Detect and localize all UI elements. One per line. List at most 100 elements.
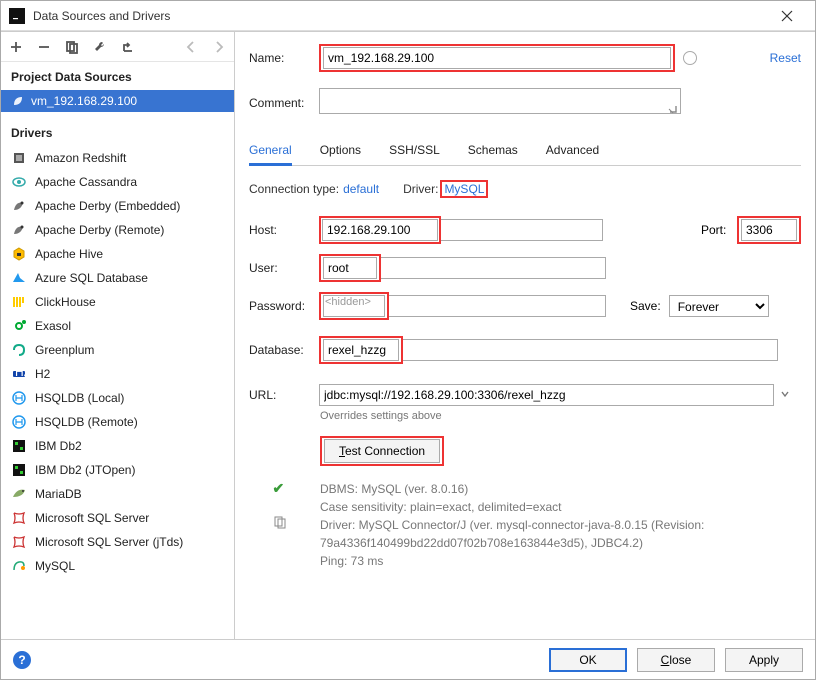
driver-label: Microsoft SQL Server (jTds) [35,535,183,549]
driver-icon [11,198,27,214]
driver-item[interactable]: Apache Cassandra [1,170,234,194]
comment-input[interactable] [319,88,681,114]
driver-item[interactable]: Greenplum [1,338,234,362]
user-input-ext[interactable] [381,257,606,279]
tab-sshssl[interactable]: SSH/SSL [389,137,440,165]
host-input-ext[interactable] [441,219,603,241]
wrench-icon[interactable] [91,38,109,56]
driver-label: Amazon Redshift [35,151,126,165]
driver-label: Apache Derby (Embedded) [35,199,180,213]
copy-icon[interactable] [63,38,81,56]
left-toolbar [1,32,234,62]
driver-icon [11,342,27,358]
test-connection-button[interactable]: Test Connection [324,439,440,463]
driver-icon [11,510,27,526]
section-drivers: Drivers [1,112,234,146]
expand-icon[interactable] [668,104,678,114]
dialog-window: Data Sources and Drivers Project Data So… [0,0,816,680]
window-title: Data Sources and Drivers [33,9,767,23]
driver-item[interactable]: Apache Derby (Remote) [1,218,234,242]
titlebar: Data Sources and Drivers [1,1,815,31]
tab-general[interactable]: General [249,137,292,166]
driver-icon [11,486,27,502]
success-check-icon: ✔ [273,480,297,497]
driver-label: Apache Hive [35,247,103,261]
driver-label: IBM Db2 (JTOpen) [35,463,135,477]
driver-item[interactable]: ClickHouse [1,290,234,314]
tab-advanced[interactable]: Advanced [546,137,599,165]
back-icon[interactable] [182,38,200,56]
status-indicator-icon [683,51,697,65]
driver-label: Exasol [35,319,71,333]
remove-icon[interactable] [35,38,53,56]
driver-item[interactable]: Apache Derby (Embedded) [1,194,234,218]
driver-icon [11,246,27,262]
driver-item[interactable]: MySQL [1,554,234,578]
driver-icon [11,462,27,478]
driver-label: ClickHouse [35,295,96,309]
driver-item[interactable]: Amazon Redshift [1,146,234,170]
tab-options[interactable]: Options [320,137,361,165]
password-input[interactable] [323,295,385,317]
url-input[interactable] [319,384,774,406]
close-icon[interactable] [767,2,807,30]
close-button[interactable]: Close [637,648,715,672]
driver-label: Apache Cassandra [35,175,137,189]
driver-icon [11,174,27,190]
password-input-ext[interactable] [389,295,606,317]
right-panel: Name: Reset Comment: General Options SSH… [235,32,815,639]
port-input[interactable] [741,219,797,241]
host-input[interactable] [322,219,438,241]
url-label: URL: [249,388,319,402]
data-source-item[interactable]: vm_192.168.29.100 [1,90,234,112]
driver-label: Microsoft SQL Server [35,511,149,525]
result-line: Ping: 73 ms [320,552,760,570]
port-label: Port: [701,223,737,237]
driver-item[interactable]: H2H2 [1,362,234,386]
reset-link[interactable]: Reset [770,51,801,65]
driver-label: Driver: [403,182,438,196]
driver-icon [11,270,27,286]
url-dropdown-icon[interactable] [774,388,796,402]
result-line: DBMS: MySQL (ver. 8.0.16) [320,480,760,498]
forward-icon[interactable] [210,38,228,56]
left-panel: Project Data Sources vm_192.168.29.100 D… [1,32,235,639]
connection-type-link[interactable]: default [343,182,379,196]
user-input[interactable] [323,257,377,279]
overrides-note: Overrides settings above [320,410,801,422]
copy-result-icon[interactable] [273,515,297,532]
save-label: Save: [630,299,661,313]
driver-item[interactable]: HSQLDB (Local) [1,386,234,410]
driver-link[interactable]: MySQL [444,182,484,196]
driver-icon [11,318,27,334]
driver-item[interactable]: MariaDB [1,482,234,506]
driver-item[interactable]: Apache Hive [1,242,234,266]
name-input[interactable] [323,47,671,69]
ok-button[interactable]: OK [549,648,627,672]
user-label: User: [249,261,319,275]
driver-item[interactable]: HSQLDB (Remote) [1,410,234,434]
save-select[interactable]: Forever [669,295,769,317]
driver-item[interactable]: IBM Db2 [1,434,234,458]
password-label: Password: [249,299,319,313]
driver-item[interactable]: Microsoft SQL Server (jTds) [1,530,234,554]
driver-item[interactable]: Azure SQL Database [1,266,234,290]
driver-icon [11,534,27,550]
driver-label: MariaDB [35,487,82,501]
database-input[interactable] [323,339,399,361]
svg-text:H2: H2 [15,366,27,379]
help-button[interactable]: ? [13,651,31,669]
add-icon[interactable] [7,38,25,56]
tab-schemas[interactable]: Schemas [468,137,518,165]
result-line: Case sensitivity: plain=exact, delimited… [320,498,760,516]
driver-item[interactable]: Exasol [1,314,234,338]
comment-label: Comment: [249,96,319,110]
driver-icon [11,294,27,310]
apply-button[interactable]: Apply [725,648,803,672]
driver-item[interactable]: IBM Db2 (JTOpen) [1,458,234,482]
driver-icon [11,438,27,454]
driver-icon [11,222,27,238]
reset-drivers-icon[interactable] [119,38,137,56]
driver-item[interactable]: Microsoft SQL Server [1,506,234,530]
database-input-ext[interactable] [403,339,778,361]
